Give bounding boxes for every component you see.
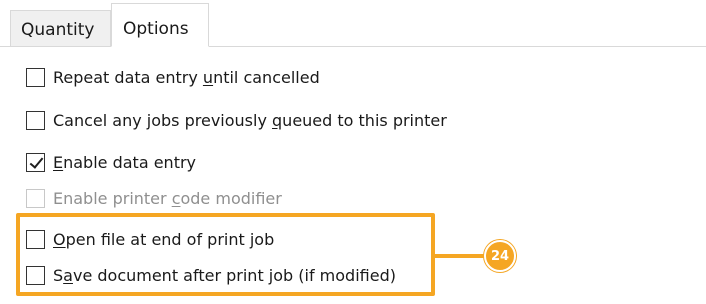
label-text: nable data entry [63, 152, 197, 172]
label-text: ueued to this printer [282, 110, 447, 130]
cancel-queued-jobs-checkbox[interactable] [26, 110, 45, 130]
tab-options[interactable]: Options [111, 3, 209, 47]
label-text: ntil cancelled [213, 67, 320, 87]
mnemonic-key: u [202, 67, 214, 87]
tab-strip: Quantity Options [0, 0, 706, 47]
option-repeat-data-entry[interactable]: Repeat data entry until cancelled [26, 66, 320, 88]
option-enable-printer-code-modifier: Enable printer code modifier [26, 187, 282, 209]
callout-connector-line [435, 254, 484, 258]
callout-number-badge: 24 [484, 240, 516, 272]
option-enable-data-entry[interactable]: Enable data entry [26, 151, 196, 173]
option-cancel-queued-jobs[interactable]: Cancel any jobs previously queued to thi… [26, 109, 447, 131]
tab-quantity[interactable]: Quantity [10, 10, 111, 47]
repeat-data-entry-label: Repeat data entry until cancelled [53, 68, 320, 87]
label-text: Enable printer [53, 188, 172, 208]
label-text: ode modifier [180, 188, 282, 208]
enable-data-entry-checkbox[interactable] [26, 152, 45, 172]
cancel-queued-jobs-label: Cancel any jobs previously queued to thi… [53, 111, 447, 130]
mnemonic-key: q [272, 110, 283, 130]
enable-data-entry-label: Enable data entry [53, 153, 196, 172]
enable-printer-code-modifier-checkbox [26, 188, 45, 208]
mnemonic-key: E [53, 152, 64, 172]
callout-highlight-box [16, 213, 435, 296]
label-text: Repeat data entry [53, 67, 203, 87]
enable-printer-code-modifier-label: Enable printer code modifier [53, 189, 282, 208]
tab-divider [0, 46, 706, 47]
repeat-data-entry-checkbox[interactable] [26, 67, 45, 87]
label-text: Cancel any jobs previously [53, 110, 273, 130]
